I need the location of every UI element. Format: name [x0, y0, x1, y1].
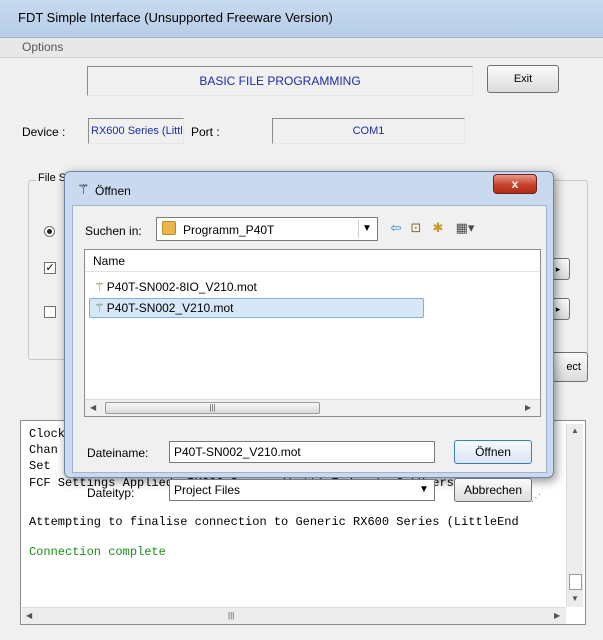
chevron-down-icon[interactable]: ▼ — [416, 481, 432, 499]
port-label: Port : — [191, 125, 220, 139]
log-line: Clock — [29, 427, 66, 441]
dialog-title: Öffnen — [95, 184, 131, 198]
filename-input[interactable]: P40T-SN002_V210.mot — [169, 441, 435, 463]
chevron-down-icon[interactable]: ▼ — [358, 220, 375, 238]
open-button[interactable]: Öffnen — [454, 440, 532, 464]
log-line: Set — [29, 459, 51, 473]
exit-button[interactable]: Exit — [487, 65, 559, 93]
log-horizontal-scrollbar[interactable]: ◀ ||| ▶ — [22, 607, 566, 624]
look-in-label: Suchen in: — [85, 224, 142, 238]
option-checkbox-1[interactable]: ✓ — [44, 262, 56, 274]
back-arrow-icon[interactable]: ⇦ — [386, 218, 406, 238]
dialog-body: Suchen in: Programm_P40T ▼ ⇦ ⊡ ✱ ▦▾ Name… — [72, 205, 547, 504]
scroll-right-icon[interactable]: ▶ — [525, 403, 531, 412]
mode-title-box: BASIC FILE PROGRAMMING — [87, 66, 473, 96]
wand-icon: ⚚ — [77, 181, 90, 197]
scroll-left-icon[interactable]: ◀ — [90, 403, 96, 412]
file-list[interactable]: Name ⚚ P40T-SN002-8IO_V210.mot ⚚ P40T-SN00… — [84, 249, 541, 417]
list-item-selected[interactable]: ⚚ P40T-SN002_V210.mot — [89, 298, 424, 318]
log-vertical-scrollbar[interactable]: ▲ ▼ — [566, 424, 583, 607]
option-checkbox-2[interactable] — [44, 306, 56, 318]
list-item[interactable]: ⚚ P40T-SN002-8IO_V210.mot — [89, 277, 424, 297]
scroll-thumb[interactable] — [569, 574, 582, 590]
filename-label: Dateiname: — [87, 446, 149, 460]
scroll-up-icon[interactable]: ▲ — [571, 426, 579, 435]
look-in-dropdown[interactable]: Programm_P40T ▼ — [156, 217, 378, 241]
close-button[interactable]: x — [493, 174, 537, 194]
filetype-dropdown[interactable]: Project Files ▼ — [169, 479, 435, 501]
new-folder-icon[interactable]: ✱ — [428, 218, 448, 238]
log-line: Attempting to finalise connection to Gen… — [29, 515, 519, 529]
open-file-dialog: ⚚ Öffnen x Suchen in: Programm_P40T ▼ ⇦ … — [64, 171, 554, 504]
main-titlebar: FDT Simple Interface (Unsupported Freewa… — [0, 0, 603, 38]
log-line-success: Connection complete — [29, 545, 166, 559]
current-folder-name: Programm_P40T — [183, 223, 275, 237]
mot-file-icon: ⚚ — [94, 301, 105, 315]
scroll-thumb[interactable]: ||| — [105, 402, 320, 414]
mot-file-icon: ⚚ — [94, 280, 105, 294]
view-menu-icon[interactable]: ▦▾ — [455, 218, 475, 238]
window-title: FDT Simple Interface (Unsupported Freewa… — [18, 10, 333, 25]
folder-icon — [162, 221, 176, 235]
menu-options[interactable]: Options — [22, 40, 63, 54]
scroll-left-icon[interactable]: ◀ — [26, 611, 32, 620]
file-name: P40T-SN002_V210.mot — [106, 301, 234, 315]
up-folder-icon[interactable]: ⊡ — [406, 218, 426, 238]
list-horizontal-scrollbar[interactable]: ◀ ||| ▶ — [85, 399, 540, 416]
file-name: P40T-SN002-8IO_V210.mot — [106, 280, 257, 294]
filetype-value: Project Files — [174, 483, 241, 497]
scroll-down-icon[interactable]: ▼ — [571, 594, 579, 603]
name-column-header[interactable]: Name — [85, 250, 540, 272]
cancel-button[interactable]: Abbrechen — [454, 478, 532, 502]
scroll-right-icon[interactable]: ▶ — [554, 611, 560, 620]
scroll-grip-icon[interactable]: ||| — [228, 611, 234, 620]
log-line: Chan — [29, 443, 58, 457]
port-field: COM1 — [272, 118, 465, 144]
device-label: Device : — [22, 125, 66, 139]
device-field: RX600 Series (LittleEndian) — [88, 118, 184, 144]
file-radio-button[interactable] — [44, 226, 55, 237]
menu-bar: Options — [0, 38, 603, 58]
filetype-label: Dateityp: — [87, 486, 135, 500]
resize-grip-icon[interactable]: ⋰ — [531, 494, 545, 508]
